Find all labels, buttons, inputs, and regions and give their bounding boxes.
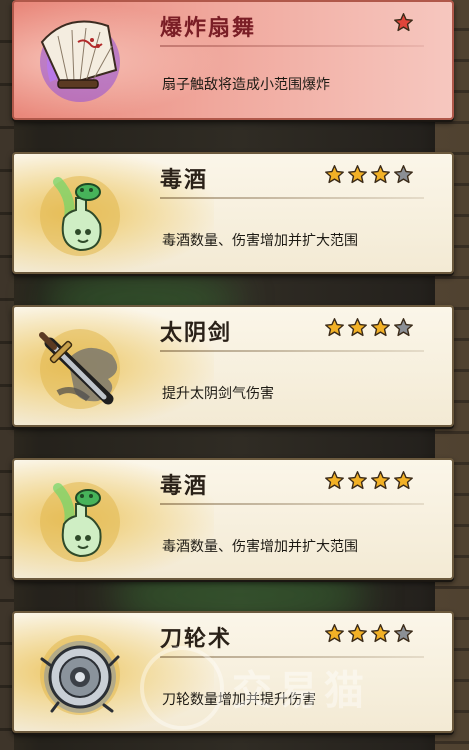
star-filled-icon: [394, 13, 413, 32]
skill-name: 爆炸扇舞: [160, 16, 257, 41]
skill-card[interactable]: 爆炸扇舞 扇子触敌将造成小范围爆炸: [12, 0, 454, 120]
star-empty-icon: [394, 165, 413, 184]
skill-card[interactable]: 毒酒 毒酒数量、伤害增加并扩大范围: [12, 152, 454, 274]
divider: [160, 350, 424, 352]
skill-description: 毒酒数量、伤害增加并扩大范围: [162, 233, 358, 249]
yin-sword-icon: [28, 319, 132, 413]
star-rating: [393, 12, 414, 33]
poison-wine-gourd-icon: [28, 472, 132, 566]
star-filled-icon: [348, 165, 367, 184]
divider: [160, 503, 424, 505]
star-filled-icon: [371, 624, 390, 643]
divider: [160, 45, 424, 47]
star-rating: [324, 164, 414, 185]
star-filled-icon: [325, 165, 344, 184]
poison-wine-gourd-icon: [28, 166, 132, 260]
star-filled-icon: [325, 471, 344, 490]
skill-description: 扇子触敌将造成小范围爆炸: [162, 77, 330, 93]
skill-card[interactable]: 刀轮术 刀轮数量增加并提升伤害: [12, 611, 454, 733]
skill-card[interactable]: 毒酒 毒酒数量、伤害增加并扩大范围: [12, 458, 454, 580]
star-filled-icon: [325, 624, 344, 643]
star-filled-icon: [348, 624, 367, 643]
star-filled-icon: [371, 165, 390, 184]
star-empty-icon: [394, 624, 413, 643]
skill-name: 刀轮术: [160, 627, 233, 652]
skill-name: 毒酒: [160, 474, 209, 499]
skill-description: 毒酒数量、伤害增加并扩大范围: [162, 539, 358, 555]
star-filled-icon: [371, 318, 390, 337]
divider: [160, 656, 424, 658]
star-rating: [324, 317, 414, 338]
star-filled-icon: [394, 471, 413, 490]
star-empty-icon: [394, 318, 413, 337]
divider: [160, 197, 424, 199]
star-filled-icon: [371, 471, 390, 490]
star-filled-icon: [348, 471, 367, 490]
skill-description: 提升太阴剑气伤害: [162, 386, 274, 402]
star-filled-icon: [325, 318, 344, 337]
star-filled-icon: [348, 318, 367, 337]
blade-wheel-icon: [28, 625, 132, 719]
skill-description: 刀轮数量增加并提升伤害: [162, 692, 316, 708]
star-rating: [324, 623, 414, 644]
skill-card[interactable]: 太阴剑 提升太阴剑气伤害: [12, 305, 454, 427]
folding-fan-icon: [28, 12, 132, 106]
skill-name: 毒酒: [160, 168, 209, 193]
skill-name: 太阴剑: [160, 321, 233, 346]
star-rating: [324, 470, 414, 491]
